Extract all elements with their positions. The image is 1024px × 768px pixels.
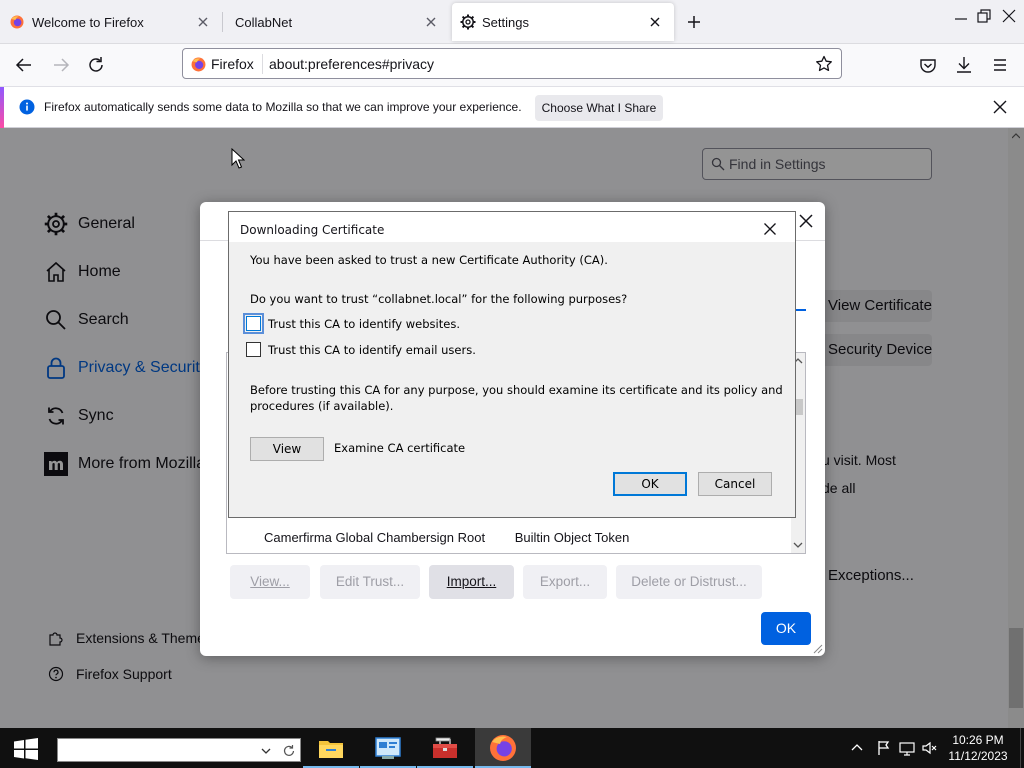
mouse-pointer-icon <box>231 148 245 170</box>
close-tab-icon[interactable] <box>422 13 440 31</box>
chevron-up-icon[interactable] <box>849 740 865 756</box>
certificate-token: Builtin Object Token <box>514 530 630 545</box>
close-window-icon[interactable] <box>998 5 1020 27</box>
address-bar[interactable]: Firefox about:preferences#privacy <box>182 48 842 79</box>
pocket-icon[interactable] <box>917 54 939 76</box>
firefox-icon <box>10 15 24 29</box>
taskbar-search-input[interactable] <box>57 738 301 762</box>
chevron-down-icon[interactable] <box>260 745 272 757</box>
view-certificate-button[interactable]: View... <box>230 565 310 599</box>
show-desktop-button[interactable] <box>1020 728 1024 768</box>
downloading-certificate-dialog: Downloading Certificate You have been as… <box>228 211 796 518</box>
close-tab-icon[interactable] <box>646 13 664 31</box>
view-ca-certificate-button[interactable]: View <box>250 437 324 461</box>
tab-title: CollabNet <box>235 15 293 30</box>
trust-websites-checkbox[interactable] <box>243 313 264 334</box>
navigation-toolbar: Firefox about:preferences#privacy <box>0 44 1024 86</box>
import-button[interactable]: Import... <box>429 565 514 599</box>
folder-icon <box>317 734 345 762</box>
flag-icon[interactable] <box>876 740 892 756</box>
windows-start-icon[interactable] <box>12 738 40 760</box>
downloads-icon[interactable] <box>953 54 975 76</box>
dialog-title: Downloading Certificate <box>240 223 385 237</box>
firefox-icon <box>191 57 206 72</box>
minimize-icon[interactable] <box>950 5 972 27</box>
notification-message: Firefox automatically sends some data to… <box>44 100 522 114</box>
delete-or-distrust-button[interactable]: Delete or Distrust... <box>616 565 762 599</box>
taskbar-file-explorer[interactable] <box>303 728 359 768</box>
clock-time: 10:26 PM <box>952 733 1004 747</box>
button-label: Export... <box>539 574 591 589</box>
view-description: Examine CA certificate <box>334 441 466 455</box>
control-panel-icon <box>374 734 402 762</box>
info-icon <box>18 98 36 116</box>
resize-grip-icon[interactable] <box>811 642 823 654</box>
intro-text: You have been asked to trust a new Certi… <box>250 253 608 267</box>
ok-button[interactable]: OK <box>613 472 687 496</box>
button-label: View... <box>250 574 290 589</box>
taskbar-toolbox[interactable] <box>417 728 473 768</box>
firefox-icon <box>489 734 517 762</box>
tab-strip: Welcome to Firefox CollabNet Settings <box>0 0 1024 44</box>
taskbar-control-panel[interactable] <box>360 728 416 768</box>
certificate-manager-ok-button[interactable]: OK <box>761 612 811 645</box>
network-icon[interactable] <box>899 740 915 756</box>
advice-text: procedures (if available). <box>250 399 394 413</box>
data-reporting-notification: Firefox automatically sends some data to… <box>0 86 1024 129</box>
tab-welcome[interactable]: Welcome to Firefox <box>0 0 222 44</box>
edit-trust-button[interactable]: Edit Trust... <box>320 565 420 599</box>
tab-title: Welcome to Firefox <box>32 15 144 30</box>
button-label: Import... <box>446 574 497 589</box>
export-button[interactable]: Export... <box>523 565 607 599</box>
notification-accent <box>0 87 4 129</box>
taskbar-clock[interactable]: 10:26 PM 11/12/2023 <box>943 732 1013 764</box>
reload-icon[interactable] <box>85 54 107 76</box>
toolbox-icon <box>431 734 459 762</box>
url-text[interactable]: about:preferences#privacy <box>269 56 434 72</box>
identity-label: Firefox <box>211 56 254 72</box>
cancel-button[interactable]: Cancel <box>698 472 772 496</box>
trust-email-checkbox[interactable] <box>246 342 261 357</box>
forward-arrow-icon[interactable] <box>50 54 72 76</box>
close-notification-icon[interactable] <box>992 99 1008 115</box>
volume-muted-icon[interactable] <box>921 740 937 756</box>
trust-websites-label[interactable]: Trust this CA to identify websites. <box>268 317 460 331</box>
dialog-body: You have been asked to trust a new Certi… <box>237 242 789 516</box>
refresh-icon[interactable] <box>282 744 296 758</box>
gear-icon <box>460 14 476 30</box>
trust-email-label[interactable]: Trust this CA to identify email users. <box>268 343 476 357</box>
advice-text: Before trusting this CA for any purpose,… <box>250 383 783 397</box>
certificate-name: Camerfirma Global Chambersign Root <box>264 530 486 545</box>
tab-collabnet[interactable]: CollabNet <box>222 0 450 44</box>
tab-settings[interactable]: Settings <box>452 3 674 41</box>
identity-box[interactable]: Firefox <box>191 54 263 74</box>
bookmark-star-icon[interactable] <box>815 55 833 73</box>
dialog-titlebar: Downloading Certificate <box>229 212 795 242</box>
button-label: Edit Trust... <box>335 574 405 589</box>
back-arrow-icon[interactable] <box>13 54 35 76</box>
menu-hamburger-icon[interactable] <box>989 54 1011 76</box>
windows-taskbar: 10:26 PM 11/12/2023 <box>0 728 1024 768</box>
taskbar-firefox[interactable] <box>475 728 531 768</box>
close-dialog-icon[interactable] <box>797 212 815 230</box>
choose-what-i-share-button[interactable]: Choose What I Share <box>535 95 663 121</box>
clock-date: 11/12/2023 <box>948 749 1008 763</box>
new-tab-icon[interactable] <box>684 12 704 32</box>
tab-title: Settings <box>482 15 529 30</box>
close-tab-icon[interactable] <box>194 13 212 31</box>
close-dialog-icon[interactable] <box>763 222 777 236</box>
question-text: Do you want to trust “collabnet.local” f… <box>250 292 628 306</box>
certificate-row[interactable]: Camerfirma Global Chambersign Root Built… <box>264 530 655 545</box>
button-label: Delete or Distrust... <box>631 574 747 589</box>
restore-icon[interactable] <box>973 5 995 27</box>
